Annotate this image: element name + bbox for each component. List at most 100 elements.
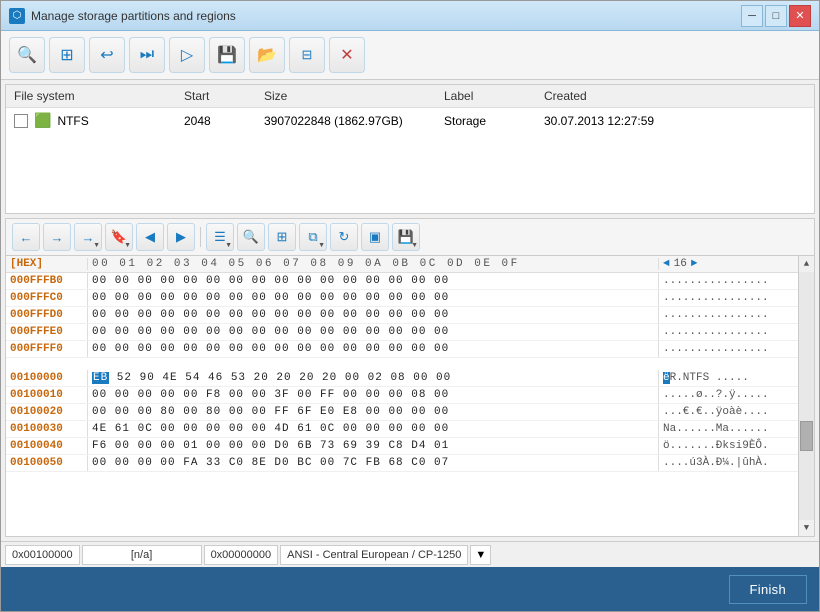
created-value: 30.07.2013 12:27:59 [544, 114, 806, 128]
hex-bytes-ffff0[interactable]: 00 00 00 00 00 00 00 00 00 00 00 00 00 0… [88, 341, 658, 357]
hex-bytes-fffb0[interactable]: 00 00 00 00 00 00 00 00 00 00 00 00 00 0… [88, 273, 658, 289]
hex-save-button[interactable]: 💾▼ [392, 223, 420, 251]
label-value: Storage [444, 114, 544, 128]
hex-left-nav-button[interactable]: ◀ [136, 223, 164, 251]
scroll-down-arrow[interactable]: ▼ [799, 520, 815, 536]
hex-scrollbar: ▲ ▼ [798, 256, 814, 536]
hex-ascii-100040: ö.......Ðksi9ÈÔ. [658, 438, 798, 454]
back-rotate-button[interactable]: ↩ [89, 37, 125, 73]
hex-addr-100020: 00100020 [6, 404, 88, 420]
hex-ascii-fffe0: ................ [658, 324, 798, 340]
hex-addr-100050: 00100050 [6, 455, 88, 471]
hex-bytes-100030[interactable]: 4E 61 0C 00 00 00 00 00 4D 61 0C 00 00 0… [88, 421, 658, 437]
status-bar: 0x00100000 [n/a] 0x00000000 ANSI - Centr… [1, 541, 819, 567]
hex-type-label: [HEX] [6, 258, 88, 270]
grid-tool-button[interactable]: ⊞ [49, 37, 85, 73]
hex-ascii-fffc0: ................ [658, 290, 798, 306]
play-button[interactable]: ▷ [169, 37, 205, 73]
hex-ascii-100050: ....ú3À.Ð¼.|ûhÀ. [658, 455, 798, 471]
close-button[interactable]: ✕ [789, 5, 811, 27]
col-created: Created [544, 89, 806, 103]
maximize-button[interactable]: □ [765, 5, 787, 27]
hex-bytes-100050[interactable]: 00 00 00 00 FA 33 C0 8E D0 BC 00 7C FB 6… [88, 455, 658, 471]
hex-forward-dropdown-button[interactable]: →▼ [74, 223, 102, 251]
window-title: Manage storage partitions and regions [31, 9, 236, 23]
hex-addr-fffd0: 000FFFD0 [6, 307, 88, 323]
main-window: ⬡ Manage storage partitions and regions … [0, 0, 820, 612]
top-toolbar: 🔍 ⊞ ↩ ⏭ ▷ 💾 📂 ⊟ ✕ [1, 31, 819, 80]
finish-button[interactable]: Finish [729, 575, 807, 604]
hex-addr-fffe0: 000FFFE0 [6, 324, 88, 340]
row-checkbox[interactable] [14, 114, 28, 128]
page-prev-arrow[interactable]: ◄ [663, 258, 670, 270]
hex-bytes-fffe0[interactable]: 00 00 00 00 00 00 00 00 00 00 00 00 00 0… [88, 324, 658, 340]
partition-row[interactable]: 🟩 NTFS 2048 3907022848 (1862.97GB) Stora… [6, 108, 814, 133]
hex-bytes-fffd0[interactable]: 00 00 00 00 00 00 00 00 00 00 00 00 00 0… [88, 307, 658, 323]
col-filesystem: File system [14, 89, 184, 103]
hex-ascii-100000: ëR.NTFS ..... [658, 370, 798, 386]
hex-bytes-fffc0[interactable]: 00 00 00 00 00 00 00 00 00 00 00 00 00 0… [88, 290, 658, 306]
hex-row-100040: 00100040 F6 00 00 00 01 00 00 00 D0 6B 7… [6, 438, 798, 455]
page-next-arrow[interactable]: ► [691, 258, 698, 270]
drive-icon: 🟩 [34, 112, 51, 129]
hex-search-button[interactable]: 🔍 [237, 223, 265, 251]
hex-editor: ← → →▼ 🔖▼ ◀ ▶ ☰▼ 🔍 ⊞ ⧉▼ ↻ ▣ 💾▼ [5, 218, 815, 537]
hex-copy-button[interactable]: ⧉▼ [299, 223, 327, 251]
hex-ascii-ffff0: ................ [658, 341, 798, 357]
hex-addr-fffb0: 000FFFB0 [6, 273, 88, 289]
hex-right-nav-button[interactable]: ▶ [167, 223, 195, 251]
hex-content: [HEX] 00 01 02 03 04 05 06 07 08 09 0A 0… [6, 256, 814, 536]
hex-row-fffb0: 000FFFB0 00 00 00 00 00 00 00 00 00 00 0… [6, 273, 798, 290]
hex-back-button[interactable]: ← [12, 223, 40, 251]
hex-refresh-button[interactable]: ↻ [330, 223, 358, 251]
status-value: [n/a] [82, 545, 202, 565]
close-tool-button[interactable]: ✕ [329, 37, 365, 73]
hex-addr-fffc0: 000FFFC0 [6, 290, 88, 306]
highlighted-byte: EB [92, 372, 109, 384]
hex-ascii-100010: .....ø..?.ÿ..... [658, 387, 798, 403]
hex-row-fffe0: 000FFFE0 00 00 00 00 00 00 00 00 00 00 0… [6, 324, 798, 341]
hex-byte-offsets: 00 01 02 03 04 05 06 07 08 09 0A 0B 0C 0… [88, 258, 658, 270]
hex-bookmark-button[interactable]: 🔖▼ [105, 223, 133, 251]
search-tool-button[interactable]: 🔍 [9, 37, 45, 73]
hex-forward-button[interactable]: → [43, 223, 71, 251]
scroll-track[interactable] [799, 272, 814, 520]
hex-bytes-100000[interactable]: EB 52 90 4E 54 46 53 20 20 20 20 00 02 0… [88, 370, 658, 386]
col-label: Label [444, 89, 544, 103]
hex-ascii-header: ◄ 16 ► [658, 258, 798, 270]
hex-addr-100030: 00100030 [6, 421, 88, 437]
filesystem-name: NTFS [57, 114, 88, 128]
partitions-button[interactable]: ⊟ [289, 37, 325, 73]
hex-column-header: [HEX] 00 01 02 03 04 05 06 07 08 09 0A 0… [6, 256, 798, 273]
hex-row-100010: 00100010 00 00 00 00 00 F8 00 00 3F 00 F… [6, 387, 798, 404]
title-bar: ⬡ Manage storage partitions and regions … [1, 1, 819, 31]
minimize-button[interactable]: ─ [741, 5, 763, 27]
hex-bytes-100020[interactable]: 00 00 00 80 00 80 00 00 FF 6F E0 E8 00 0… [88, 404, 658, 420]
title-bar-left: ⬡ Manage storage partitions and regions [9, 8, 236, 24]
hex-grid-button[interactable]: ⊞ [268, 223, 296, 251]
hex-display-button[interactable]: ▣ [361, 223, 389, 251]
hex-list-button[interactable]: ☰▼ [206, 223, 234, 251]
start-value: 2048 [184, 114, 264, 128]
hex-row-fffd0: 000FFFD0 00 00 00 00 00 00 00 00 00 00 0… [6, 307, 798, 324]
scroll-thumb[interactable] [800, 421, 813, 451]
col-size: Size [264, 89, 444, 103]
hex-bytes-100040[interactable]: F6 00 00 00 01 00 00 00 D0 6B 73 69 39 C… [88, 438, 658, 454]
hex-gap [6, 358, 798, 370]
hex-ascii-fffd0: ................ [658, 307, 798, 323]
title-bar-buttons: ─ □ ✕ [741, 5, 811, 27]
status-offset: 0x00100000 [5, 545, 80, 565]
skip-forward-button[interactable]: ⏭ [129, 37, 165, 73]
status-sector: 0x00000000 [204, 545, 279, 565]
hex-row-ffff0: 000FFFF0 00 00 00 00 00 00 00 00 00 00 0… [6, 341, 798, 358]
save-button[interactable]: 💾 [209, 37, 245, 73]
hex-toolbar: ← → →▼ 🔖▼ ◀ ▶ ☰▼ 🔍 ⊞ ⧉▼ ↻ ▣ 💾▼ [6, 219, 814, 256]
hex-addr-100040: 00100040 [6, 438, 88, 454]
scroll-up-arrow[interactable]: ▲ [799, 256, 815, 272]
page-number: 16 [674, 258, 687, 270]
hex-row-100020: 00100020 00 00 00 80 00 80 00 00 FF 6F E… [6, 404, 798, 421]
encoding-dropdown[interactable]: ▼ [470, 545, 491, 565]
folder-open-button[interactable]: 📂 [249, 37, 285, 73]
hex-bytes-100010[interactable]: 00 00 00 00 00 F8 00 00 3F 00 FF 00 00 0… [88, 387, 658, 403]
hex-rows: 000FFFB0 00 00 00 00 00 00 00 00 00 00 0… [6, 273, 798, 536]
